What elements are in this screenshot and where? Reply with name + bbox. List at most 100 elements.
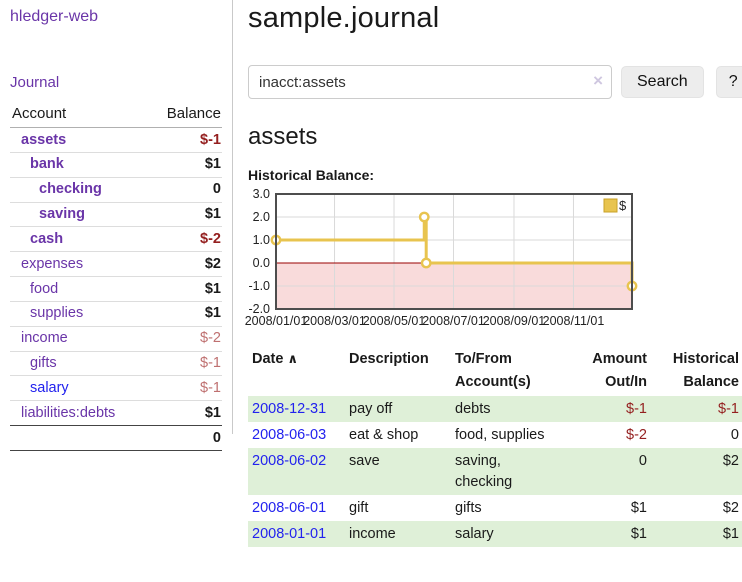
account-row: supplies $1 (10, 301, 222, 326)
account-link[interactable]: salary (30, 380, 69, 396)
account-link[interactable]: saving (39, 206, 85, 222)
x-tick-label: 2008/11/01 (543, 314, 605, 328)
date-link[interactable]: 2008-06-03 (252, 427, 326, 443)
account-row: assets $-1 (10, 128, 222, 153)
account-link[interactable]: liabilities:debts (21, 405, 115, 421)
x-tick-label: 2008/05/01 (363, 314, 426, 328)
account-row: food$1 (10, 277, 222, 302)
app: hledger-web Journal Account Balance asse… (0, 0, 742, 547)
brand-link[interactable]: hledger-web (10, 8, 222, 26)
search-box: × (248, 65, 612, 99)
register-cell-balance: $-1 (651, 396, 742, 422)
date-link[interactable]: 2008-06-02 (252, 453, 326, 469)
y-tick-label: 3.0 (253, 189, 270, 201)
account-balance: $1 (147, 401, 222, 426)
data-point-marker (422, 259, 430, 267)
register-cell-amount: $-1 (555, 396, 651, 422)
register-header-balance: HistoricalBalance (651, 346, 742, 396)
sidebar-item-journal[interactable]: Journal (10, 74, 222, 91)
register-cell-balance: $1 (651, 521, 742, 547)
account-balance: $-2 (147, 326, 222, 351)
account-row: expenses $2 (10, 252, 222, 277)
account-link[interactable]: checking (39, 181, 102, 197)
date-link[interactable]: 2008-01-01 (252, 526, 326, 542)
date-link[interactable]: 2008-06-01 (252, 500, 326, 516)
register-cell-amount: 0 (555, 448, 651, 495)
y-tick-label: -1.0 (248, 279, 270, 293)
account-balance: $-1 (147, 128, 222, 153)
y-tick-label: 0.0 (253, 256, 270, 270)
register-header-tofrom: To/FromAccount(s) (451, 346, 555, 396)
y-tick-label: 2.0 (253, 210, 270, 224)
register-cell-date: 2008-12-31 (248, 396, 345, 422)
x-tick-label: 2008/09/01 (483, 314, 546, 328)
account-row: liabilities:debts $1 (10, 401, 222, 426)
register-cell-date: 2008-01-01 (248, 521, 345, 547)
register-cell-description: save (345, 448, 451, 495)
register-cell-description: eat & shop (345, 422, 451, 448)
account-balance: $1 (147, 301, 222, 326)
legend-swatch (604, 199, 617, 212)
account-link[interactable]: income (21, 330, 68, 346)
x-tick-label: 2008/07/01 (422, 314, 485, 328)
data-point-marker (420, 213, 428, 221)
account-balance: $1 (147, 202, 222, 227)
account-link[interactable]: bank (30, 156, 64, 172)
help-button[interactable]: ? (716, 66, 742, 98)
register-cell-description: pay off (345, 396, 451, 422)
account-row: saving $1 (10, 202, 222, 227)
register-cell-amount: $1 (555, 521, 651, 547)
account-link[interactable]: cash (30, 231, 63, 247)
account-row: cash $-2 (10, 227, 222, 252)
sidebar: hledger-web Journal Account Balance asse… (0, 0, 233, 434)
account-link[interactable]: food (30, 281, 58, 297)
register-table: Date ∧ Description To/FromAccount(s) Amo… (248, 346, 742, 547)
register-cell-description: gift (345, 495, 451, 521)
page-title: sample.journal (248, 2, 742, 35)
x-tick-label: 2008/03/01 (303, 314, 366, 328)
account-balance: $-2 (147, 227, 222, 252)
account-link[interactable]: assets (21, 132, 66, 148)
account-link[interactable]: supplies (30, 305, 83, 321)
account-heading: assets (248, 123, 742, 151)
register-cell-amount: $1 (555, 495, 651, 521)
main-content: sample.journal × Search ? assets Histori… (233, 0, 742, 547)
table-row: 2008-06-01giftgifts$1$2 (248, 495, 742, 521)
register-header-date[interactable]: Date ∧ (248, 346, 345, 396)
table-row: 2008-06-03eat & shopfood, supplies$-20 (248, 422, 742, 448)
register-cell-tofrom: gifts (451, 495, 555, 521)
account-row: income $-2 (10, 326, 222, 351)
account-row: gifts $-1 (10, 351, 222, 376)
register-table-body: 2008-12-31pay offdebts$-1$-12008-06-03ea… (248, 396, 742, 547)
account-row: checking 0 (10, 177, 222, 202)
register-cell-amount: $-2 (555, 422, 651, 448)
chart-title: Historical Balance: (248, 167, 742, 183)
register-header-description: Description (345, 346, 451, 396)
accounts-table-body: assets$-1bank$1checking0saving$1cash$-2e… (10, 128, 222, 426)
table-row: 2008-12-31pay offdebts$-1$-1 (248, 396, 742, 422)
accounts-header-balance: Balance (147, 103, 222, 128)
register-header-row: Date ∧ Description To/FromAccount(s) Amo… (248, 346, 742, 396)
account-balance: $-1 (147, 376, 222, 401)
date-link[interactable]: 2008-12-31 (252, 401, 326, 417)
register-cell-date: 2008-06-02 (248, 448, 345, 495)
account-link[interactable]: expenses (21, 256, 83, 272)
account-balance: 0 (147, 177, 222, 202)
search-bar: × Search ? (248, 65, 742, 99)
search-button[interactable]: Search (621, 66, 704, 98)
account-balance: $1 (147, 152, 222, 177)
register-cell-date: 2008-06-01 (248, 495, 345, 521)
account-balance: $2 (147, 252, 222, 277)
register-cell-tofrom: food, supplies (451, 422, 555, 448)
historical-balance-chart: $3.02.01.00.0-1.0-2.02008/01/012008/03/0… (244, 189, 644, 330)
account-balance: $-1 (147, 351, 222, 376)
register-cell-tofrom: debts (451, 396, 555, 422)
x-tick-label: 2008/01/01 (245, 314, 308, 328)
accounts-table: Account Balance assets$-1bank$1checking0… (10, 103, 222, 451)
clear-search-icon[interactable]: × (593, 71, 603, 91)
account-row: bank $1 (10, 152, 222, 177)
y-tick-label: 1.0 (253, 233, 270, 247)
account-link[interactable]: gifts (30, 355, 57, 371)
search-input[interactable] (248, 65, 612, 99)
register-cell-description: income (345, 521, 451, 547)
